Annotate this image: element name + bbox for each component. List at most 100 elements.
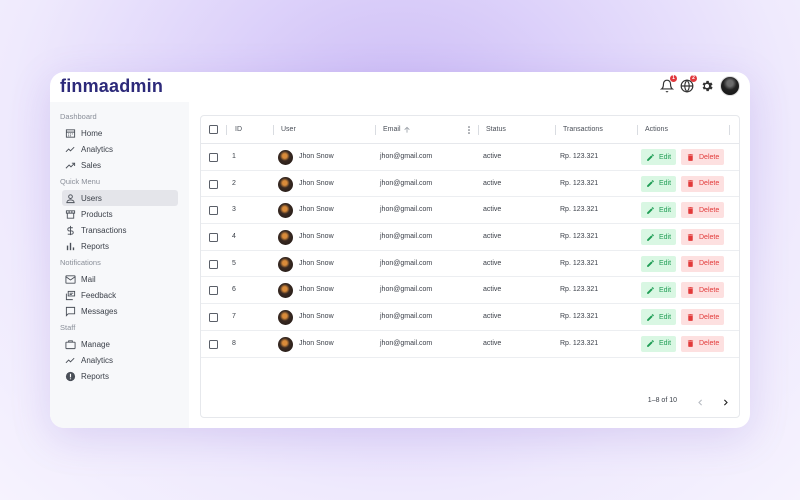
sidebar-item-staff-reports[interactable]: Reports	[62, 368, 178, 384]
column-header-user[interactable]: User	[281, 116, 296, 144]
globe-icon[interactable]: 2	[680, 75, 697, 93]
cell-user: Jhon Snow	[278, 277, 334, 304]
select-all-checkbox[interactable]	[209, 125, 218, 134]
edit-label: Edit	[659, 260, 672, 268]
delete-button[interactable]: Delete	[681, 175, 725, 192]
sidebar-item-users[interactable]: Users	[62, 190, 178, 206]
row-checkbox[interactable]	[209, 153, 218, 162]
user-name: Jhon Snow	[299, 313, 334, 321]
profile-avatar[interactable]	[720, 76, 740, 96]
row-checkbox[interactable]	[209, 286, 218, 296]
sidebar-group-staff: Staff Manage Analytics Reports	[50, 323, 189, 384]
top-bar: finmaadmin 1 2	[50, 72, 750, 102]
sidebar-item-label: Sales	[81, 160, 102, 170]
table-row[interactable]: 4 Jhon Snow jhon@gmail.com active Rp. 12…	[201, 224, 739, 251]
delete-button[interactable]: Delete	[681, 282, 725, 299]
sidebar-item-label: Messages	[81, 306, 118, 316]
table-row[interactable]: 5 Jhon Snow jhon@gmail.com active Rp. 12…	[201, 251, 739, 278]
edit-button[interactable]: Edit	[641, 202, 677, 219]
bar-chart-icon	[65, 241, 76, 252]
cell-user: Jhon Snow	[278, 304, 334, 331]
user-name: Jhon Snow	[299, 179, 334, 187]
sidebar-item-transactions[interactable]: Transactions	[62, 222, 178, 238]
next-page-button[interactable]	[718, 395, 732, 409]
language-badge: 2	[690, 75, 697, 82]
store-icon	[65, 209, 76, 220]
table-row[interactable]: 2 Jhon Snow jhon@gmail.com active Rp. 12…	[201, 171, 739, 198]
table-row[interactable]: 1 Jhon Snow jhon@gmail.com active Rp. 12…	[201, 144, 739, 171]
alert-circle-icon	[65, 371, 76, 382]
cell-status: active	[483, 153, 502, 160]
row-checkbox[interactable]	[209, 339, 218, 349]
row-checkbox[interactable]	[209, 259, 218, 269]
row-checkbox[interactable]	[209, 206, 218, 216]
delete-label: Delete	[699, 233, 720, 241]
cell-user: Jhon Snow	[278, 144, 334, 171]
delete-button[interactable]: Delete	[681, 149, 725, 165]
delete-button[interactable]: Delete	[681, 335, 725, 352]
avatar	[278, 256, 293, 272]
column-separator	[226, 125, 227, 135]
bell-icon[interactable]: 1	[660, 75, 677, 93]
sidebar-item-home[interactable]: Home	[62, 125, 178, 141]
row-checkbox[interactable]	[209, 179, 218, 189]
column-menu-icon[interactable]	[465, 125, 473, 135]
column-separator	[729, 125, 730, 135]
cell-user: Jhon Snow	[278, 331, 334, 358]
trash-icon	[687, 313, 694, 321]
edit-button[interactable]: Edit	[641, 309, 677, 326]
cell-id: 5	[232, 259, 236, 267]
avatar	[278, 203, 293, 219]
delete-button[interactable]: Delete	[681, 202, 725, 219]
table-row[interactable]: 6 Jhon Snow jhon@gmail.com active Rp. 12…	[201, 277, 739, 305]
column-header-id[interactable]: ID	[235, 116, 242, 144]
delete-button[interactable]: Delete	[681, 309, 725, 326]
edit-button[interactable]: Edit	[641, 229, 677, 246]
column-header-status[interactable]: Status	[486, 116, 506, 144]
edit-button[interactable]: Edit	[641, 149, 677, 165]
table-footer: 1–8 of 10	[201, 387, 739, 417]
column-header-email[interactable]: Email	[383, 116, 401, 144]
sort-arrow-up-icon[interactable]	[403, 126, 411, 134]
cell-id: 8	[232, 339, 236, 347]
avatar	[278, 149, 293, 165]
edit-button[interactable]: Edit	[641, 255, 677, 272]
sidebar-item-staff-analytics[interactable]: Analytics	[62, 352, 178, 368]
sidebar-item-feedback[interactable]: Feedback	[62, 287, 178, 303]
column-header-transactions[interactable]: Transactions	[563, 116, 603, 144]
delete-button[interactable]: Delete	[681, 255, 725, 272]
edit-button[interactable]: Edit	[641, 282, 677, 299]
sidebar-item-manage[interactable]: Manage	[62, 336, 178, 352]
gear-icon[interactable]	[700, 79, 714, 93]
sidebar-group-title: Quick Menu	[60, 177, 101, 186]
sidebar-item-sales[interactable]: Sales	[62, 157, 178, 173]
app-logo[interactable]: finmaadmin	[60, 76, 163, 97]
user-icon	[65, 193, 76, 204]
previous-page-button[interactable]	[693, 395, 707, 409]
table-row[interactable]: 3 Jhon Snow jhon@gmail.com active Rp. 12…	[201, 197, 739, 225]
sidebar-item-mail[interactable]: Mail	[62, 271, 178, 287]
edit-button[interactable]: Edit	[641, 335, 677, 352]
trash-icon	[687, 207, 694, 214]
edit-button[interactable]: Edit	[641, 175, 677, 192]
sidebar-item-analytics[interactable]: Analytics	[62, 141, 178, 157]
sidebar-item-messages[interactable]: Messages	[62, 303, 178, 319]
cell-email: jhon@gmail.com	[380, 206, 433, 214]
trash-icon	[687, 260, 694, 268]
cell-transactions: Rp. 123.321	[560, 286, 599, 294]
cell-transactions: Rp. 123.321	[560, 206, 599, 214]
table-row[interactable]: 8 Jhon Snow jhon@gmail.com active Rp. 12…	[201, 331, 739, 358]
sidebar-group-title: Staff	[60, 323, 76, 332]
cell-user: Jhon Snow	[278, 224, 334, 251]
row-checkbox[interactable]	[209, 313, 218, 323]
table-row[interactable]: 7 Jhon Snow jhon@gmail.com active Rp. 12…	[201, 304, 739, 331]
sidebar-item-products[interactable]: Products	[62, 206, 178, 222]
cell-email: jhon@gmail.com	[380, 339, 433, 347]
sidebar-item-label: Transactions	[81, 225, 127, 235]
delete-button[interactable]: Delete	[681, 229, 725, 246]
row-checkbox[interactable]	[209, 233, 218, 243]
cell-email: jhon@gmail.com	[380, 153, 433, 160]
cell-id: 4	[232, 233, 236, 241]
avatar	[278, 283, 293, 299]
sidebar-item-reports[interactable]: Reports	[62, 238, 178, 254]
